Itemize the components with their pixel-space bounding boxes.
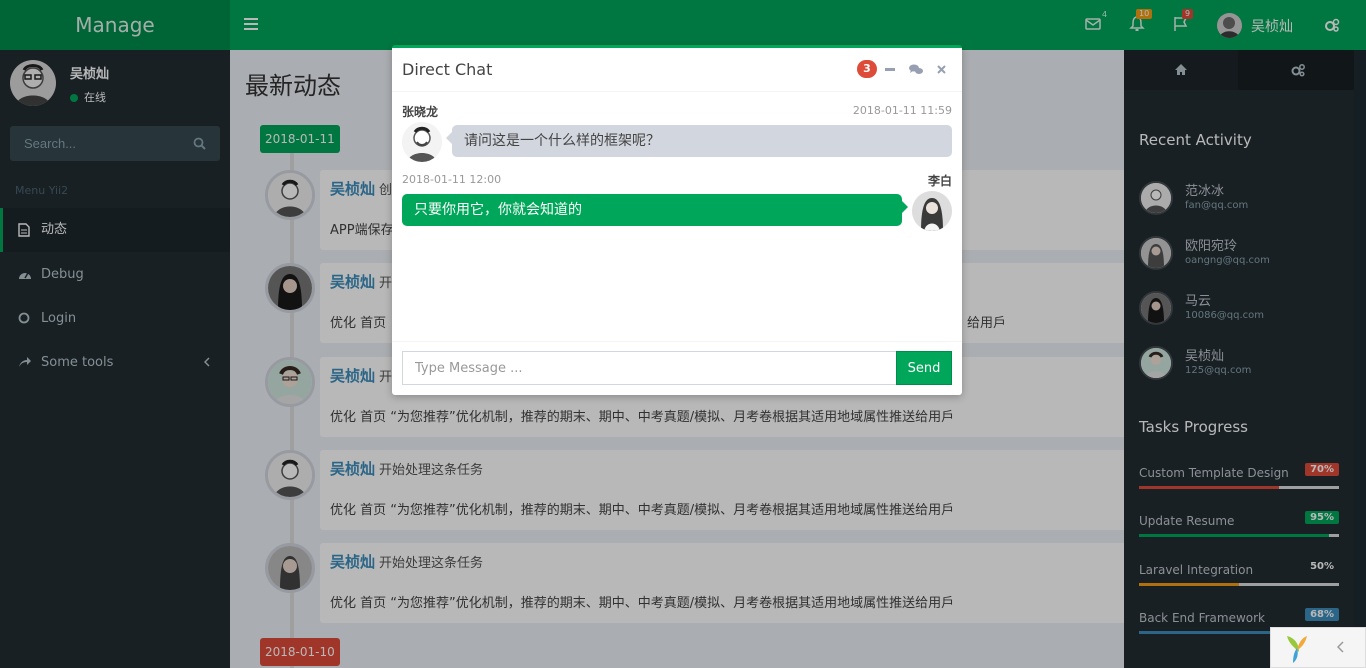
collapse-minus-icon[interactable] xyxy=(885,68,895,71)
bubble-arrow xyxy=(902,201,908,213)
avatar xyxy=(912,191,952,231)
chat-title: Direct Chat xyxy=(402,60,493,79)
message-sender: 李白 xyxy=(927,174,952,188)
message-bubble: 只要你用它，你就会知道的 xyxy=(402,194,902,226)
close-icon[interactable] xyxy=(937,65,946,74)
yii-debug-toolbar[interactable] xyxy=(1270,627,1366,668)
contacts-comments-icon[interactable] xyxy=(909,64,923,75)
avatar xyxy=(402,122,442,162)
message-sender: 张晓龙 xyxy=(402,105,439,119)
new-messages-badge: 3 xyxy=(857,60,877,78)
yii-logo-icon xyxy=(1281,632,1313,664)
send-button[interactable]: Send xyxy=(896,351,952,385)
message-timestamp: 2018-01-11 11:59 xyxy=(852,104,952,117)
direct-chat-box: Direct Chat 3 张晓龙 2018-01-11 11:59 请问这是一… xyxy=(392,45,962,395)
message-bubble: 请问这是一个什么样的框架呢？ xyxy=(452,125,952,157)
chevron-left-icon[interactable] xyxy=(1337,641,1344,653)
message-timestamp: 2018-01-11 12:00 xyxy=(402,173,502,186)
message-input[interactable] xyxy=(402,351,896,385)
